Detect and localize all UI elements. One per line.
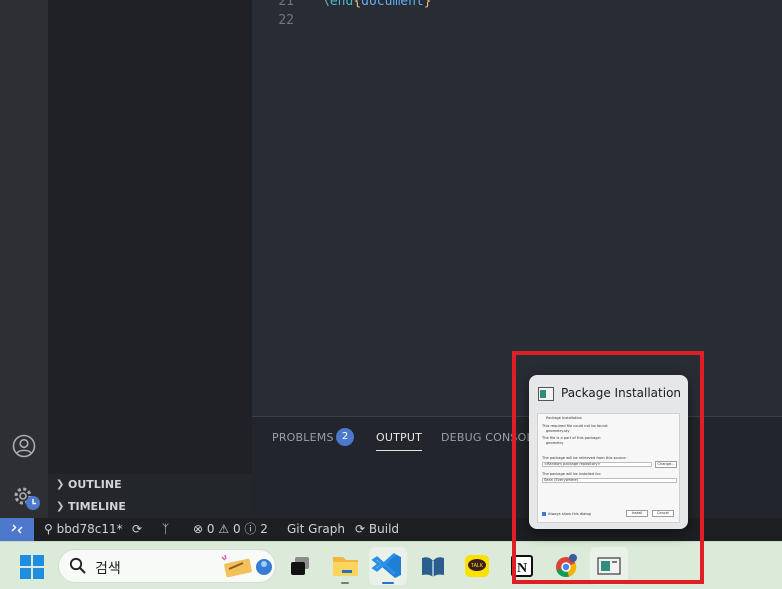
code-argument: document [361,0,424,9]
outline-section[interactable]: ❯ OUTLINE [48,474,252,496]
screen: ❯ OUTLINE ❯ TIMELINE 21 \end{document} 2… [0,0,782,589]
build-icon: ⟳ [355,522,366,536]
chevron-right-icon: ❯ [56,479,65,490]
info-count: 2 [260,522,268,536]
git-graph-button[interactable]: Git Graph [287,518,345,541]
build-button[interactable]: ⟳ Build [355,518,399,541]
manage-gear-icon[interactable] [11,484,41,512]
file-explorer-icon[interactable] [326,547,364,585]
problems-summary[interactable]: ⊗ 0 ⚠ 0 ⓘ 2 [193,518,268,541]
kakaotalk-icon[interactable]: TALK [458,547,496,585]
warning-icon: ⚠ [218,522,230,536]
outline-label: OUTLINE [68,478,122,491]
search-highlight-icon [221,554,272,578]
remote-icon [11,524,23,534]
source-control-graph-icon[interactable]: ᛉ [162,518,169,541]
svg-text:TALK: TALK [471,563,484,569]
tab-problems[interactable]: PROBLEMS [272,431,334,444]
code-brace-open: { [353,0,362,9]
problems-count-badge: 2 [336,428,354,446]
info-icon: ⓘ [244,522,257,536]
sidebar [48,0,252,518]
activity-bar [0,0,48,518]
search-placeholder: 검색 [95,561,121,577]
remote-indicator[interactable] [0,518,34,541]
error-count: 0 [206,522,215,536]
vscode-icon[interactable] [369,547,407,585]
account-icon[interactable] [12,434,36,458]
task-view-icon[interactable] [282,547,320,585]
branch-icon: ⚲ [44,522,53,536]
tab-output[interactable]: OUTPUT [376,431,423,451]
code-line: 22 [252,11,782,31]
windows-start-icon[interactable] [20,555,44,579]
sync-icon[interactable]: ⟳ [132,518,142,541]
search-icon [69,557,86,574]
warning-count: 0 [232,522,241,536]
taskbar-search[interactable]: 검색 [58,549,276,583]
timeline-section[interactable]: ❯ TIMELINE [48,496,252,518]
calibre-icon[interactable] [414,547,452,585]
chevron-right-icon: ❯ [56,501,65,512]
line-number: 22 [278,13,294,28]
code-brace-close: } [423,0,432,9]
code-keyword: \end [322,0,354,9]
timeline-label: TIMELINE [68,500,126,513]
build-label: Build [368,522,400,536]
error-icon: ⊗ [193,522,204,536]
branch-name: bbd78c11* [56,522,123,536]
highlight-box [512,351,704,584]
git-branch[interactable]: ⚲ bbd78c11* [44,518,123,541]
